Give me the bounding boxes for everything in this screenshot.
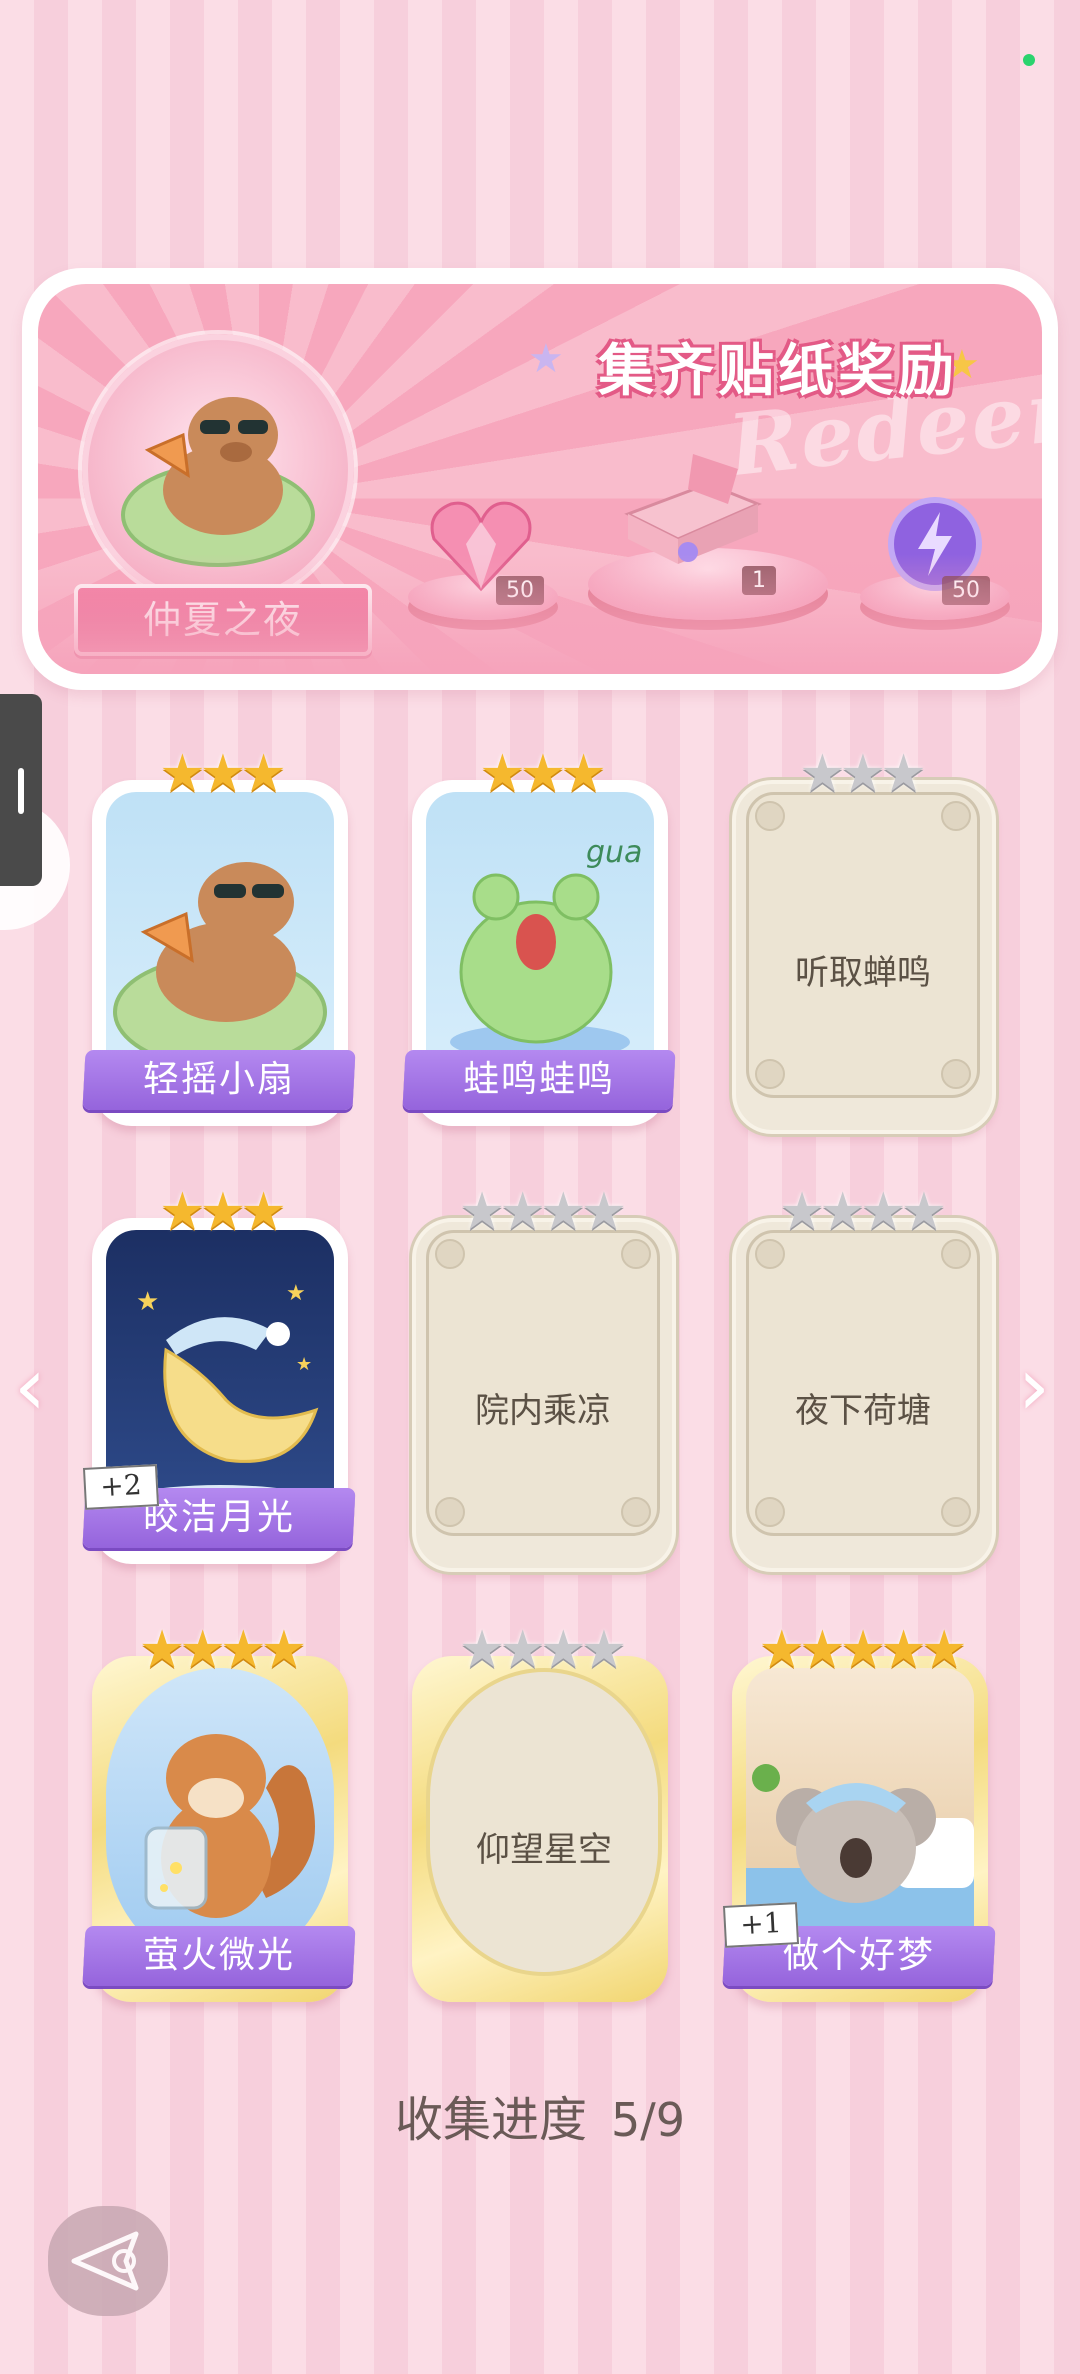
sticker-card-locked[interactable]: 听取蝉鸣 ★★★ xyxy=(732,746,996,1134)
collection-portrait[interactable] xyxy=(82,334,354,606)
reward-banner: Redeem ★ ★ 集齐贴纸奖励 仲夏之夜 50 1 50 xyxy=(22,268,1058,690)
capybara-icon xyxy=(121,397,315,567)
locked-card-name: 院内乘凉 xyxy=(475,1391,611,1431)
star-rating: ★★★★ xyxy=(778,1182,947,1242)
sticker-card[interactable]: ★ ★ ★ ★★★ 皎洁月光 +2 xyxy=(82,1184,356,1564)
svg-text:★: ★ xyxy=(136,1287,159,1317)
sticker-card-locked[interactable]: 夜下荷塘 ★★★★ xyxy=(732,1184,996,1572)
locked-card-name: 夜下荷塘 xyxy=(795,1391,931,1431)
status-indicator-dot xyxy=(1023,54,1035,66)
sticker-label: 蛙鸣蛙鸣 xyxy=(402,1050,676,1110)
star-rating: ★★★★★ xyxy=(758,1620,967,1680)
svg-text:gua: gua xyxy=(586,835,642,870)
locked-card-face: 仰望星空 xyxy=(426,1668,662,1976)
reward-count: 50 xyxy=(496,576,544,605)
sticker-art xyxy=(106,1668,334,1968)
star-rating: ★★★★ xyxy=(458,1620,627,1680)
star-rating: ★★★ xyxy=(159,744,287,804)
star-rating: ★★★ xyxy=(479,744,607,804)
locked-card-name: 听取蝉鸣 xyxy=(795,953,931,993)
collection-name: 仲夏之夜 xyxy=(142,598,303,642)
sticker-art: gua xyxy=(426,792,654,1092)
star-rating: ★★★ xyxy=(159,1182,287,1242)
sticker-art xyxy=(106,792,334,1092)
duplicate-count-tag: +1 xyxy=(722,1902,800,1948)
back-button[interactable] xyxy=(48,2206,168,2316)
side-drawer-handle[interactable] xyxy=(0,694,42,886)
progress-value: 5/9 xyxy=(610,2093,686,2147)
reward-title: 集齐贴纸奖励 xyxy=(598,339,958,404)
reward-count: 50 xyxy=(942,576,990,605)
star-rating: ★★★ xyxy=(799,744,927,804)
sticker-card-locked[interactable]: 院内乘凉 ★★★★ xyxy=(412,1184,676,1572)
reward-pedestal xyxy=(588,548,828,620)
purple-lightning-orb-icon[interactable] xyxy=(880,494,990,594)
locked-card-face: 听取蝉鸣 xyxy=(746,792,980,1098)
gift-box-icon[interactable] xyxy=(618,444,768,574)
reward-count: 1 xyxy=(742,566,776,595)
svg-text:★: ★ xyxy=(286,1281,306,1306)
star-rating: ★★★★ xyxy=(458,1182,627,1242)
back-arrow-icon xyxy=(71,2231,139,2291)
locked-card-name: 仰望星空 xyxy=(476,1830,612,1870)
squirrel-firefly-icon xyxy=(144,1734,315,1918)
reward-pedestal xyxy=(860,574,1010,620)
sticker-card-gold-locked[interactable]: 仰望星空 ★★★★ xyxy=(412,1622,668,2002)
locked-card-face: 夜下荷塘 xyxy=(746,1230,980,1536)
sticker-card[interactable]: gua ★★★ 蛙鸣蛙鸣 xyxy=(402,746,676,1126)
collection-progress: 收集进度 5/9 xyxy=(0,2080,1080,2150)
collection-name-ribbon: 仲夏之夜 xyxy=(74,584,372,656)
prev-page-arrow-icon[interactable]: ‹ xyxy=(14,1340,46,1433)
purple-star-icon: ★ xyxy=(528,336,564,382)
svg-text:★: ★ xyxy=(296,1354,312,1375)
reward-pedestal xyxy=(408,574,558,620)
star-rating: ★★★★ xyxy=(138,1620,307,1680)
sticker-label: 萤火微光 xyxy=(82,1926,356,1986)
locked-card-face: 院内乘凉 xyxy=(426,1230,660,1536)
sticker-card[interactable]: ★★★ 轻摇小扇 xyxy=(82,746,356,1126)
capybara-fan-icon xyxy=(113,862,327,1069)
progress-label: 收集进度 xyxy=(394,2092,587,2148)
duplicate-count-tag: +2 xyxy=(82,1464,160,1510)
frog-icon: gua xyxy=(450,835,642,1060)
next-page-arrow-icon[interactable]: › xyxy=(1018,1340,1050,1433)
sticker-label: 轻摇小扇 xyxy=(82,1050,356,1110)
sticker-card-gold[interactable]: ★★★★★ 做个好梦 +1 xyxy=(722,1622,996,2002)
sticker-card-gold[interactable]: ★★★★ 萤火微光 xyxy=(82,1622,356,2002)
pink-heart-gem-icon[interactable] xyxy=(426,494,536,594)
